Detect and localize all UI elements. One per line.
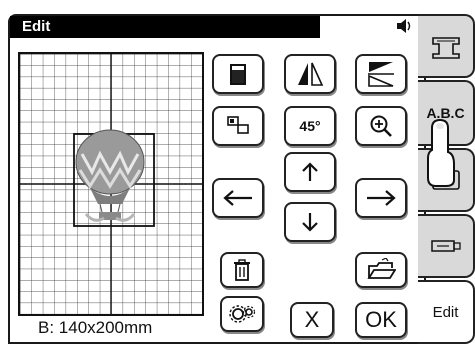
sewing-machine-icon (431, 37, 460, 59)
move-down-button[interactable] (284, 202, 336, 242)
rotate-button[interactable]: 45° (284, 106, 336, 146)
resize-button[interactable] (212, 106, 264, 146)
zoom-button[interactable] (355, 106, 407, 146)
mirror-vertical-button[interactable] (355, 54, 407, 94)
rotate-angle-label: 45° (299, 118, 321, 134)
tab-memory[interactable] (418, 214, 475, 278)
window-title: Edit (22, 18, 51, 35)
tab-edit-label: Edit (432, 303, 459, 321)
cancel-label: X (304, 307, 320, 332)
design-size-label: B: 140x200mm (38, 318, 153, 337)
ok-button[interactable]: OK (355, 302, 407, 338)
move-up-button[interactable] (284, 152, 336, 192)
cancel-button[interactable]: X (290, 302, 334, 338)
arrow-left-icon (223, 190, 252, 206)
spool-icon (230, 64, 246, 85)
move-left-button[interactable] (212, 178, 264, 218)
arrow-right-icon (367, 190, 396, 206)
color-button[interactable] (212, 54, 264, 94)
arrow-down-icon (302, 213, 318, 232)
usb-icon (430, 240, 461, 252)
settings-button[interactable] (220, 296, 264, 332)
folder-open-icon (367, 258, 396, 279)
move-right-button[interactable] (355, 178, 407, 218)
mirror-horizontal-icon (298, 62, 324, 86)
mirror-vertical-icon (368, 62, 394, 87)
resize-icon (227, 116, 249, 134)
magnifier-plus-icon (370, 115, 392, 137)
trash-icon (234, 259, 250, 281)
delete-button[interactable] (220, 252, 264, 288)
save-button[interactable] (355, 252, 407, 288)
hand-pointer-icon (424, 118, 458, 188)
embroidery-grid[interactable] (18, 52, 204, 316)
tab-edit[interactable]: Edit (418, 280, 475, 344)
title-bar: Edit (10, 16, 320, 38)
mirror-horizontal-button[interactable] (284, 54, 336, 94)
arrow-up-icon (302, 162, 318, 181)
gears-icon (229, 305, 256, 323)
speaker-icon[interactable] (393, 16, 415, 38)
tab-sewing[interactable] (418, 14, 475, 78)
edit-screen: Edit B: 140x200mm 45° X OK A.B.C Edit (0, 0, 475, 344)
ok-label: OK (365, 307, 397, 332)
